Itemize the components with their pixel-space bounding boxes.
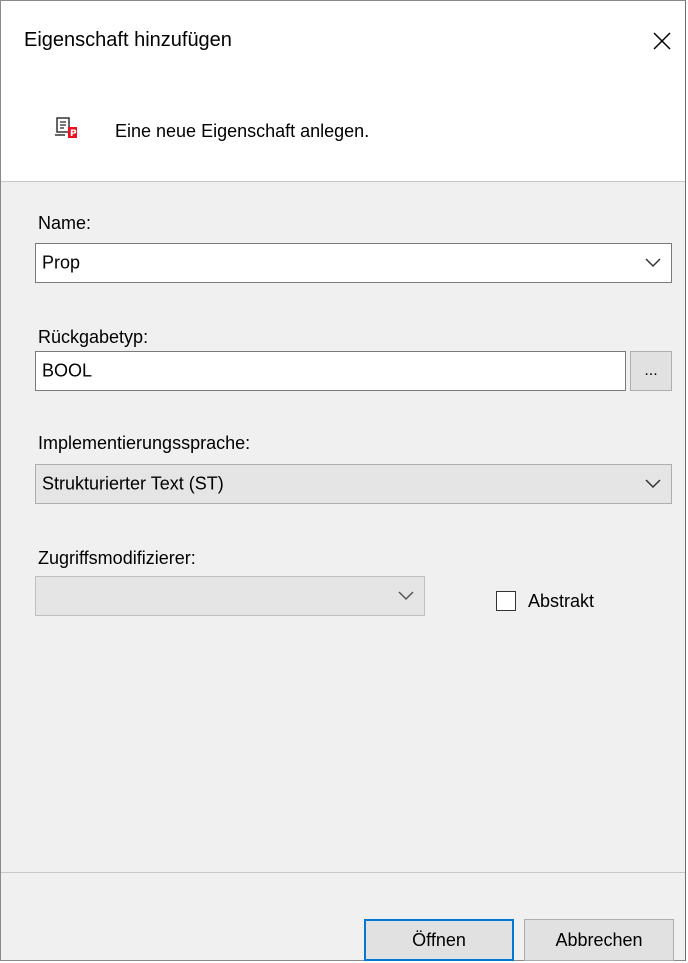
language-dropdown[interactable]: Strukturierter Text (ST): [35, 464, 672, 504]
return-type-value[interactable]: BOOL: [42, 361, 92, 382]
close-button[interactable]: [639, 18, 685, 64]
svg-text:P: P: [70, 129, 77, 139]
open-button[interactable]: Öffnen: [364, 919, 514, 961]
language-value[interactable]: Strukturierter Text (ST): [42, 474, 224, 495]
return-type-label: Rückgabetyp:: [38, 327, 149, 347]
return-type-input[interactable]: BOOL: [35, 351, 626, 391]
dialog-footer: Öffnen Abbrechen: [1, 872, 685, 961]
dialog-title: Eigenschaft hinzufügen: [24, 29, 232, 51]
name-combobox[interactable]: Prop: [35, 243, 672, 283]
access-modifier-dropdown[interactable]: [35, 576, 425, 616]
abstract-checkbox[interactable]: [496, 591, 516, 611]
title-bar: Eigenschaft hinzufügen: [1, 1, 685, 85]
cancel-button[interactable]: Abbrechen: [524, 919, 674, 961]
dialog-header: P Eine neue Eigenschaft anlegen.: [1, 85, 685, 182]
chevron-down-icon[interactable]: [645, 479, 661, 489]
dialog-description: Eine neue Eigenschaft anlegen.: [115, 121, 370, 141]
abstract-label[interactable]: Abstrakt: [528, 591, 594, 612]
property-icon: P: [55, 117, 77, 139]
name-value[interactable]: Prop: [42, 253, 80, 274]
access-modifier-label: Zugriffsmodifizierer:: [38, 548, 196, 568]
chevron-down-icon[interactable]: [645, 258, 661, 268]
language-label: Implementierungssprache:: [38, 433, 251, 453]
chevron-down-icon[interactable]: [398, 591, 414, 601]
close-icon: [653, 32, 671, 50]
dialog-window: Eigenschaft hinzufügen P Eine neue Eigen…: [0, 0, 686, 961]
browse-type-button[interactable]: ...: [630, 351, 672, 391]
name-label: Name:: [38, 213, 92, 233]
